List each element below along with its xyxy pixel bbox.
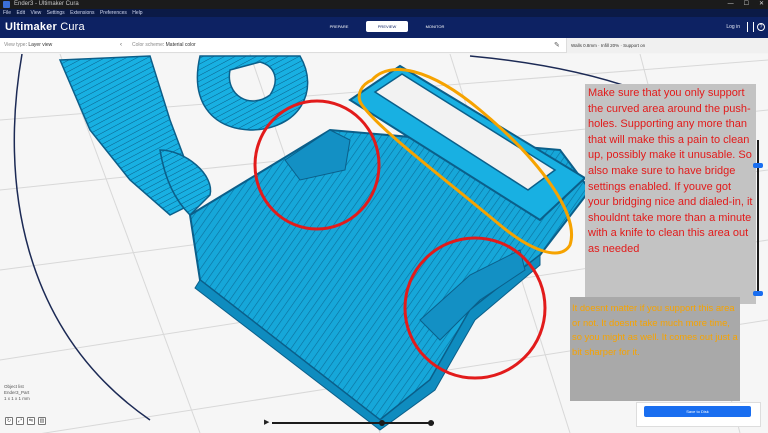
menu-settings[interactable]: Settings bbox=[47, 10, 65, 16]
window-controls: — ☐ ✕ bbox=[728, 0, 764, 9]
help-icon[interactable]: ? bbox=[757, 23, 765, 31]
menu-preferences[interactable]: Preferences bbox=[100, 10, 127, 16]
print-settings-summary[interactable]: Walls 0.8mm · Infill 20% · Support on bbox=[566, 38, 768, 53]
menu-file[interactable]: File bbox=[3, 10, 11, 16]
model-ring bbox=[196, 55, 309, 131]
bottom-tool-icons: ↻ ⤢ ⇋ ▥ bbox=[5, 417, 46, 425]
marketplace-icon[interactable] bbox=[747, 22, 754, 32]
object-dimensions: 1 x 1 x 1 mm bbox=[4, 396, 30, 401]
minimize-icon[interactable]: — bbox=[728, 0, 734, 9]
scale-icon[interactable]: ⤢ bbox=[16, 417, 24, 425]
maximize-icon[interactable]: ☐ bbox=[744, 0, 749, 9]
tab-prepare[interactable]: PREPARE bbox=[318, 21, 360, 32]
rotate-icon[interactable]: ↻ bbox=[5, 417, 13, 425]
menu-bar: File Edit View Settings Extensions Prefe… bbox=[0, 9, 768, 17]
object-list: Object list Ender3_Part 1 x 1 x 1 mm bbox=[4, 384, 30, 402]
menu-help[interactable]: Help bbox=[132, 10, 142, 16]
window-title: Ender3 - Ultimaker Cura bbox=[14, 1, 79, 7]
menu-edit[interactable]: Edit bbox=[16, 10, 25, 16]
layer-slider-top-handle[interactable] bbox=[753, 162, 763, 168]
tab-preview[interactable]: PREVIEW bbox=[366, 21, 408, 32]
simulation-slider-end-handle[interactable] bbox=[428, 420, 434, 426]
tab-monitor[interactable]: MONITOR bbox=[414, 21, 456, 32]
simulation-slider[interactable] bbox=[272, 422, 434, 424]
chevron-left-icon[interactable]: ‹ bbox=[120, 40, 122, 51]
view-type-select[interactable]: View type: Layer view bbox=[4, 40, 108, 51]
play-icon[interactable]: ▶ bbox=[264, 419, 269, 427]
mirror-icon[interactable]: ⇋ bbox=[27, 417, 35, 425]
save-to-disk-button[interactable]: Save to Disk bbox=[644, 406, 751, 417]
cura-window: Ender3 - Ultimaker Cura — ☐ ✕ File Edit … bbox=[0, 0, 768, 433]
pencil-icon[interactable]: ✎ bbox=[554, 41, 560, 50]
menu-extensions[interactable]: Extensions bbox=[70, 10, 94, 16]
support-icon[interactable]: ▥ bbox=[38, 417, 46, 425]
app-header: Ultimaker Cura PREPARE PREVIEW MONITOR L… bbox=[0, 17, 768, 38]
stage-tabs: PREPARE PREVIEW MONITOR bbox=[318, 21, 456, 32]
annotation-red-note: Make sure that you only support the curv… bbox=[585, 84, 756, 304]
logo: Ultimaker Cura bbox=[5, 21, 85, 33]
menu-view[interactable]: View bbox=[30, 10, 41, 16]
app-icon bbox=[3, 1, 10, 8]
color-scheme-select[interactable]: Color scheme: Material color bbox=[132, 40, 232, 51]
printed-model bbox=[58, 55, 592, 431]
layer-slider-bottom-handle[interactable] bbox=[753, 291, 763, 296]
annotation-orange-note: It doesnt matter if you support this are… bbox=[570, 297, 740, 401]
window-titlebar: Ender3 - Ultimaker Cura — ☐ ✕ bbox=[0, 0, 768, 9]
signin-link[interactable]: Log in bbox=[726, 22, 740, 32]
close-icon[interactable]: ✕ bbox=[759, 0, 764, 9]
